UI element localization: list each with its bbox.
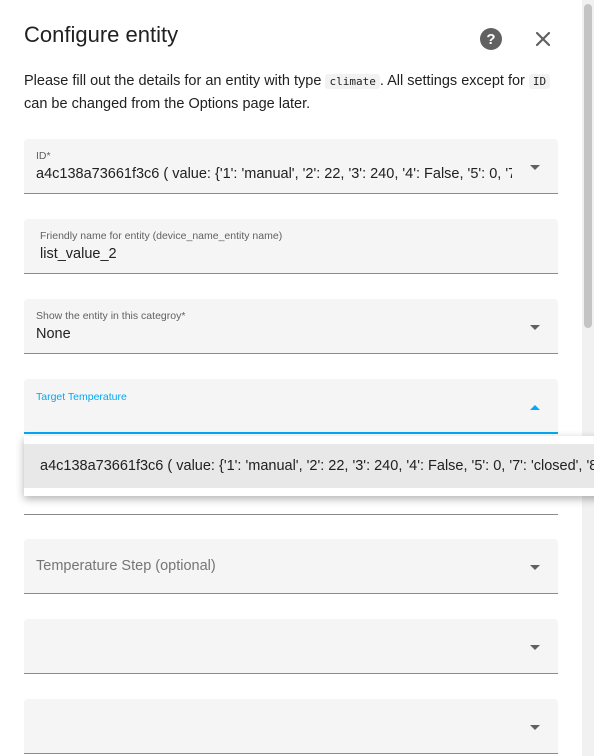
description-text-2: . All settings except for [379, 73, 529, 89]
category-select[interactable]: Show the entity in this categroy* None [24, 299, 558, 354]
temperature-step-select[interactable]: Temperature Step (optional) [24, 539, 558, 594]
friendly-name-input[interactable]: Friendly name for entity (device_name_en… [24, 219, 558, 274]
id-label: ID* [36, 150, 51, 162]
entity-type-code: climate [325, 74, 380, 89]
target-temperature-select[interactable]: Target Temperature [24, 379, 558, 434]
id-select[interactable]: ID* a4c138a73661f3c6 ( value: {'1': 'man… [24, 139, 558, 194]
empty-select-2[interactable] [24, 699, 558, 754]
configure-entity-dialog: Configure entity ? Please fill out the d… [0, 0, 594, 756]
target-temperature-label: Target Temperature [36, 391, 127, 403]
scrollbar-thumb[interactable] [584, 4, 592, 328]
chevron-down-icon [530, 725, 540, 730]
temperature-step-placeholder: Temperature Step (optional) [36, 558, 216, 574]
chevron-down-icon [530, 325, 540, 330]
menu-item-option[interactable]: a4c138a73661f3c6 ( value: {'1': 'manual'… [24, 444, 594, 488]
friendly-name-value: list_value_2 [40, 246, 117, 262]
chevron-down-icon [530, 645, 540, 650]
id-value: a4c138a73661f3c6 ( value: {'1': 'manual'… [36, 166, 512, 182]
close-icon[interactable] [531, 27, 555, 51]
empty-select-1[interactable] [24, 619, 558, 674]
category-label: Show the entity in this categroy* [36, 310, 186, 322]
chevron-up-icon [530, 405, 540, 410]
target-temperature-menu: a4c138a73661f3c6 ( value: {'1': 'manual'… [24, 436, 594, 496]
description-text-1: Please fill out the details for an entit… [24, 73, 326, 89]
dialog-description: Please fill out the details for an entit… [24, 70, 564, 115]
id-code: ID [528, 74, 551, 89]
menu-item-label: a4c138a73661f3c6 ( value: {'1': 'manual'… [40, 458, 594, 474]
description-text-3: can be changed from the Options page lat… [24, 96, 311, 112]
chevron-down-icon [530, 565, 540, 570]
dialog-title: Configure entity [24, 22, 179, 47]
field-underline [24, 514, 558, 515]
help-circle-icon[interactable]: ? [480, 28, 502, 50]
friendly-name-label: Friendly name for entity (device_name_en… [40, 230, 283, 242]
category-value: None [36, 326, 71, 342]
chevron-down-icon [530, 165, 540, 170]
